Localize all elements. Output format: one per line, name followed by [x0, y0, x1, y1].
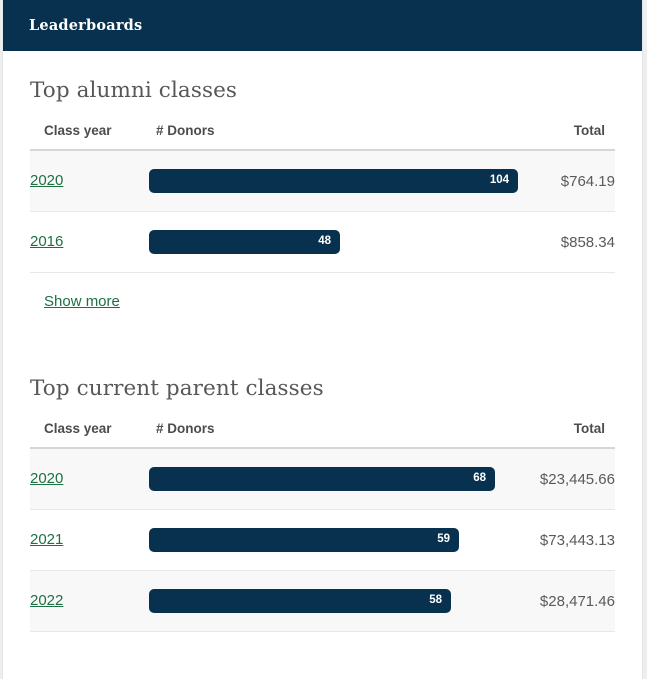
class-year-link[interactable]: 2016: [30, 233, 63, 250]
show-more-row: Show more: [30, 273, 615, 332]
donor-bar-track: 59: [149, 528, 459, 552]
donor-count-label: 48: [318, 235, 331, 248]
table-header-row: Class year # Donors Total: [30, 113, 615, 151]
sections-container: Top alumni classes Class year # Donors Tota…: [30, 51, 615, 632]
donor-bar: 48: [149, 230, 340, 254]
cell-class-year: 2021: [30, 509, 149, 571]
cell-class-year: 2022: [30, 570, 149, 632]
leaderboard-table: Class year # Donors Total 2020 68 $23,445.66 2…: [30, 411, 615, 632]
column-header-donors: # Donors: [149, 411, 382, 449]
cell-donors: 48: [149, 211, 382, 273]
column-header-total: Total: [382, 411, 615, 449]
table-row: 2022 58 $28,471.46: [30, 570, 615, 632]
column-header-class-year: Class year: [30, 411, 149, 449]
section-title: Top alumni classes: [30, 78, 238, 103]
leaderboard-section: Top current parent classes Class year # Do…: [30, 349, 615, 632]
donor-bar: 58: [149, 589, 451, 613]
app-header: Leaderboards: [3, 0, 642, 51]
donor-bar-track: 58: [149, 589, 451, 613]
table-row: 2020 104 $764.19: [30, 150, 615, 212]
leaderboard-section: Top alumni classes Class year # Donors Tota…: [30, 51, 615, 331]
cell-donors: 68: [149, 448, 495, 510]
cell-donors: 59: [149, 509, 459, 571]
column-header-donors: # Donors: [149, 113, 382, 151]
column-header-class-year: Class year: [30, 113, 149, 151]
cell-total-amount: $858.34: [382, 211, 615, 273]
leaderboard-table: Class year # Donors Total 2020 104 $764.19 201…: [30, 113, 615, 331]
cell-donors: 104: [149, 150, 518, 212]
cell-class-year: 2016: [30, 211, 149, 273]
table-row: 2016 48 $858.34: [30, 211, 615, 273]
table-row: 2021 59 $73,443.13: [30, 509, 615, 571]
column-header-total: Total: [382, 113, 615, 151]
show-more-cell: Show more: [30, 273, 615, 332]
donor-bar: 59: [149, 528, 459, 552]
class-year-link[interactable]: 2021: [30, 531, 63, 548]
page-title: Leaderboards: [29, 17, 143, 34]
section-divider-space: [30, 331, 615, 349]
class-year-link[interactable]: 2020: [30, 172, 63, 189]
table-header-row: Class year # Donors Total: [30, 411, 615, 449]
donor-bar: 104: [149, 169, 518, 193]
cell-class-year: 2020: [30, 448, 149, 510]
donor-count-label: 104: [489, 174, 509, 187]
class-year-link[interactable]: 2022: [30, 592, 63, 609]
table-row: 2020 68 $23,445.66: [30, 448, 615, 510]
show-more-link[interactable]: Show more: [30, 293, 120, 310]
donor-count-label: 58: [429, 594, 442, 607]
donor-bar: 68: [149, 467, 495, 491]
section-title: Top current parent classes: [30, 376, 324, 401]
leaderboards-content: Top alumni classes Class year # Donors Tota…: [3, 51, 642, 632]
donor-bar-track: 104: [149, 169, 518, 193]
class-year-link[interactable]: 2020: [30, 470, 63, 487]
donor-bar-track: 48: [149, 230, 382, 254]
donor-count-label: 68: [473, 472, 486, 485]
donor-bar-track: 68: [149, 467, 495, 491]
donor-count-label: 59: [437, 533, 450, 546]
leaderboards-page: Leaderboards Top alumni classes Class yea…: [2, 0, 643, 679]
cell-donors: 58: [149, 570, 451, 632]
cell-class-year: 2020: [30, 150, 149, 212]
